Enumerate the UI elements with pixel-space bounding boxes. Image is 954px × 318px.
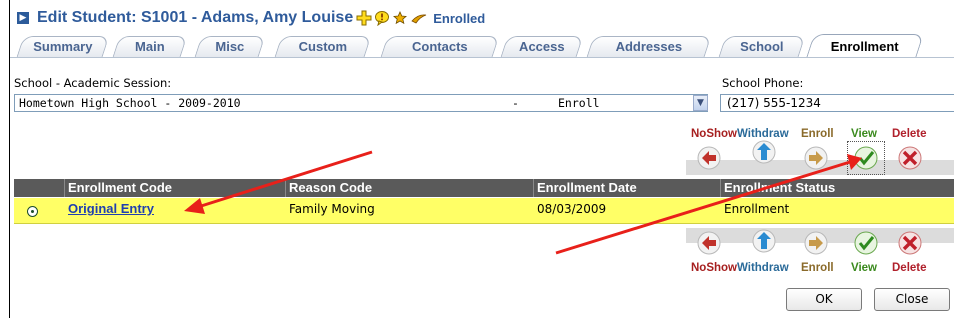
plus-cross-icon	[356, 10, 372, 26]
left-arrow-icon	[697, 231, 721, 255]
col-enrollment-status[interactable]: Enrollment Status	[724, 179, 835, 197]
delete-x-icon	[898, 231, 922, 255]
withdraw-button-top[interactable]	[752, 140, 776, 164]
reason-code-cell: Family Moving	[289, 202, 375, 216]
tab-addresses[interactable]: Addresses	[586, 36, 712, 57]
view-button-bottom[interactable]	[854, 231, 878, 255]
view-button-top[interactable]	[854, 146, 878, 170]
school-session-school: Hometown High School - 2009-2010	[19, 96, 241, 110]
page-title: Edit Student: S1001 - Adams, Amy Louise	[37, 9, 354, 26]
tab-custom[interactable]: Custom	[274, 36, 372, 57]
tab-misc[interactable]: Misc	[194, 36, 266, 57]
delete-label-top: Delete	[892, 128, 927, 140]
noshow-button-top[interactable]	[697, 146, 721, 170]
checkmark-icon	[854, 231, 878, 255]
ok-button[interactable]: OK	[786, 288, 862, 311]
delete-x-icon	[898, 146, 922, 170]
school-phone-label: School Phone:	[722, 76, 804, 90]
withdraw-button-bottom[interactable]	[752, 229, 776, 253]
status-icons	[356, 10, 428, 26]
delete-button-top[interactable]	[898, 146, 922, 170]
right-arrow-icon	[804, 231, 828, 255]
withdraw-label-bottom: Withdraw	[737, 262, 789, 274]
tab-bar: Summary Main Misc Custom Contacts Access…	[10, 34, 954, 58]
school-phone-value: (217) 555-1234	[727, 96, 821, 110]
expand-icon[interactable]: ▶	[17, 12, 29, 24]
enrollment-status-cell: Enrollment	[724, 202, 790, 216]
enrollment-grid-header: Enrollment Code Reason Code Enrollment D…	[14, 179, 954, 197]
view-label-bottom: View	[851, 262, 877, 274]
tab-main[interactable]: Main	[112, 36, 188, 57]
tab-contacts[interactable]: Contacts	[380, 36, 500, 57]
enroll-label-bottom: Enroll	[801, 262, 834, 274]
enrollment-code-link[interactable]: Original Entry	[68, 201, 154, 216]
title-bar: ▶ Edit Student: S1001 - Adams, Amy Louis…	[10, 8, 954, 28]
enrollment-status-badge: Enrolled	[433, 10, 486, 26]
chevron-down-icon[interactable]: ▼	[693, 95, 708, 111]
enroll-label-top: Enroll	[801, 128, 834, 140]
alert-bubble-icon	[375, 11, 390, 26]
checkmark-icon	[854, 146, 878, 170]
up-arrow-icon	[752, 140, 776, 164]
star-icon	[393, 11, 408, 25]
enrollment-date-cell: 08/03/2009	[537, 202, 607, 216]
right-arrow-icon	[804, 146, 828, 170]
table-row[interactable]: Original Entry Family Moving 08/03/2009 …	[14, 198, 954, 224]
school-session-dash: -	[512, 96, 519, 110]
enroll-button-top[interactable]	[804, 146, 828, 170]
withdraw-label-top: Withdraw	[737, 128, 789, 140]
school-session-status: Enroll	[558, 96, 600, 110]
close-button[interactable]: Close	[874, 288, 950, 311]
tab-access[interactable]: Access	[500, 36, 584, 57]
delete-label-bottom: Delete	[892, 262, 927, 274]
col-enrollment-code[interactable]: Enrollment Code	[68, 179, 172, 197]
tab-school[interactable]: School	[718, 36, 806, 57]
school-session-label: School - Academic Session:	[14, 76, 172, 90]
up-arrow-icon	[752, 229, 776, 253]
tab-summary[interactable]: Summary	[16, 36, 110, 57]
noshow-label-bottom: NoShow	[691, 262, 737, 274]
row-select-radio[interactable]	[27, 206, 38, 217]
swoosh-icon	[411, 14, 427, 24]
school-session-select[interactable]: Hometown High School - 2009-2010 - Enrol…	[14, 94, 708, 112]
tab-divider	[10, 57, 954, 58]
school-phone-field: (217) 555-1234	[720, 94, 954, 112]
left-arrow-icon	[697, 146, 721, 170]
noshow-button-bottom[interactable]	[697, 231, 721, 255]
tab-enrollment[interactable]: Enrollment	[806, 34, 924, 58]
col-enrollment-date[interactable]: Enrollment Date	[537, 179, 637, 197]
col-reason-code[interactable]: Reason Code	[289, 179, 372, 197]
enroll-button-bottom[interactable]	[804, 231, 828, 255]
delete-button-bottom[interactable]	[898, 231, 922, 255]
noshow-label-top: NoShow	[691, 128, 737, 140]
view-label-top: View	[851, 128, 877, 140]
